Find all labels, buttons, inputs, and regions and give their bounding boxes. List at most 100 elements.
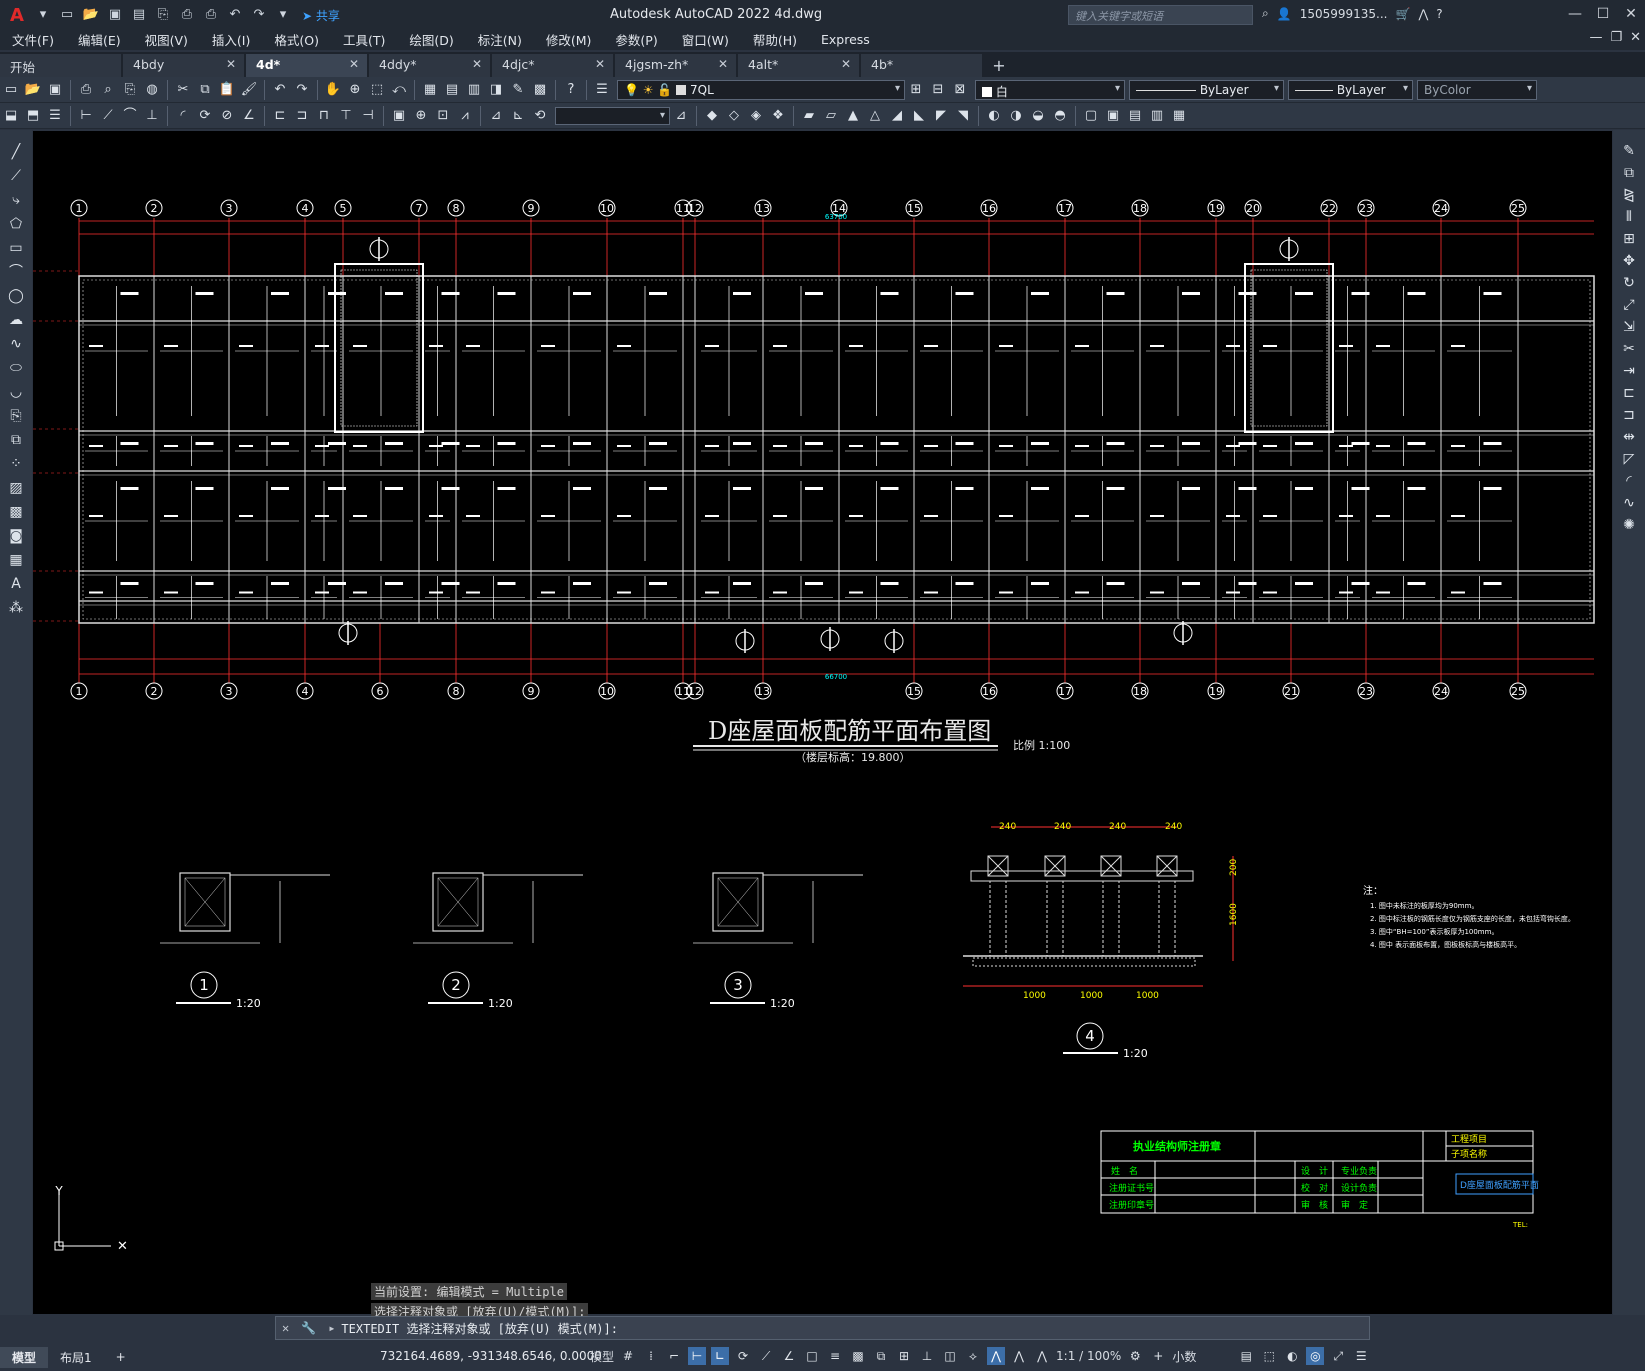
tab-model[interactable]: 模型 xyxy=(0,1346,49,1368)
solid-8-icon[interactable]: ◥ xyxy=(953,106,973,126)
properties-icon[interactable]: ▦ xyxy=(420,80,440,100)
color-dropdown[interactable]: 白 ▾ xyxy=(975,79,1125,100)
arc-icon[interactable]: ⌒ xyxy=(6,262,26,282)
plotstyle-dropdown[interactable]: ByColor ▾ xyxy=(1417,79,1537,100)
user-name[interactable]: 1505999135... xyxy=(1300,7,1388,21)
object-snap-tracking-icon[interactable]: ∠ xyxy=(780,1347,798,1365)
linetype-dropdown[interactable]: ByLayer ▾ xyxy=(1129,79,1284,100)
modify-3-icon[interactable]: ◈ xyxy=(746,106,766,126)
drawing-canvas[interactable]: 1 2 3 4 5 7 8 9 10 11 12 13 14 15 16 17 18 19 20 22 23 24 25 1 2… xyxy=(33,131,1612,1314)
search-icon[interactable]: ⌕ xyxy=(1262,6,1269,21)
copy-object-icon[interactable]: ⧉ xyxy=(1619,163,1639,183)
new-file-icon[interactable]: ▭ xyxy=(58,7,76,23)
tab-4bdy[interactable]: 4bdy ✕ xyxy=(123,54,245,77)
angular-dim-icon[interactable]: ∠ xyxy=(239,106,259,126)
dim-update-icon[interactable]: ⟲ xyxy=(530,106,550,126)
lineweight-icon[interactable]: ≡ xyxy=(826,1347,844,1365)
hatch-icon[interactable]: ▨ xyxy=(6,478,26,498)
mirror-icon[interactable]: ⧎ xyxy=(1619,185,1639,205)
open-file-icon[interactable]: 📂 xyxy=(82,7,100,23)
render-1-icon[interactable]: ◐ xyxy=(984,106,1004,126)
clean-screen-icon[interactable]: ⤢ xyxy=(1329,1347,1347,1365)
dim-edit-icon[interactable]: ⊿ xyxy=(486,106,506,126)
solid-7-icon[interactable]: ◤ xyxy=(931,106,951,126)
dim-style-icon[interactable]: ⊿ xyxy=(671,106,691,126)
render-4-icon[interactable]: ◓ xyxy=(1050,106,1070,126)
diameter-dim-icon[interactable]: ⊘ xyxy=(217,106,237,126)
view-1-icon[interactable]: ▢ xyxy=(1081,106,1101,126)
ordinate-dim-icon[interactable]: ⊥ xyxy=(142,106,162,126)
polygon-icon[interactable]: ⬠ xyxy=(6,214,26,234)
region-icon[interactable]: ◙ xyxy=(6,526,26,546)
match-properties-icon[interactable]: 🖌 xyxy=(239,80,259,100)
app-store-icon[interactable]: ⋀ xyxy=(1418,7,1428,21)
dim-text-edit-icon[interactable]: ⊾ xyxy=(508,106,528,126)
move-icon[interactable]: ✥ xyxy=(1619,251,1639,271)
tolerance-icon[interactable]: ▣ xyxy=(389,106,409,126)
mtext-icon[interactable]: A xyxy=(6,574,26,594)
tab-close-icon[interactable]: ✕ xyxy=(718,57,728,71)
solid-5-icon[interactable]: ◢ xyxy=(887,106,907,126)
workspace-gear-icon[interactable]: ⚙ xyxy=(1126,1347,1144,1365)
help-icon[interactable]: ? xyxy=(561,80,581,100)
solid-2-icon[interactable]: ▱ xyxy=(821,106,841,126)
command-prompt[interactable]: TEXTEDIT 选择注释对象或 [放弃(U) 模式(M)]: xyxy=(341,1320,618,1337)
arc-length-icon[interactable]: ⌒ xyxy=(120,106,140,126)
insert-block-icon[interactable]: ⎘ xyxy=(6,406,26,426)
spline-icon[interactable]: ∿ xyxy=(6,334,26,354)
view-5-icon[interactable]: ▦ xyxy=(1169,106,1189,126)
view-3-icon[interactable]: ▤ xyxy=(1125,106,1145,126)
maximize-icon[interactable]: ☐ xyxy=(1589,0,1617,28)
layer-state-icon[interactable]: ⊠ xyxy=(950,80,970,100)
menu-dimension[interactable]: 标注(N) xyxy=(466,30,534,49)
circle-icon[interactable]: ◯ xyxy=(6,286,26,306)
menu-modify[interactable]: 修改(M) xyxy=(534,30,604,49)
object-snap-icon[interactable]: □ xyxy=(803,1347,821,1365)
minimize-icon[interactable]: — xyxy=(1561,0,1589,28)
menu-insert[interactable]: 插入(I) xyxy=(200,30,262,49)
extend-icon[interactable]: ⇥ xyxy=(1619,361,1639,381)
annotation-visibility-icon[interactable]: ⋀ xyxy=(987,1347,1006,1365)
polar-icon[interactable]: ⟳ xyxy=(734,1347,752,1365)
save-icon[interactable]: ▣ xyxy=(45,80,65,100)
new-tab-icon[interactable]: + xyxy=(984,55,1014,77)
quick-dim-icon[interactable]: ⊏ xyxy=(270,106,290,126)
customize-icon[interactable]: ▾ xyxy=(274,7,292,23)
solid-3-icon[interactable]: ▲ xyxy=(843,106,863,126)
dim-space-icon[interactable]: ⊤ xyxy=(336,106,356,126)
tab-4djc[interactable]: 4djc* ✕ xyxy=(492,54,614,77)
pan-icon[interactable]: ✋ xyxy=(323,80,343,100)
layer-previous-icon[interactable]: ⊟ xyxy=(928,80,948,100)
continue-dim-icon[interactable]: ⊓ xyxy=(314,106,334,126)
linear-dim-icon[interactable]: ⊢ xyxy=(76,106,96,126)
view-2-icon[interactable]: ▣ xyxy=(1103,106,1123,126)
tab-layout1[interactable]: 布局1 xyxy=(48,1347,104,1368)
fillet-icon[interactable]: ◜ xyxy=(1619,471,1639,491)
point-icon[interactable]: ⁘ xyxy=(6,454,26,474)
gradient-icon[interactable]: ▩ xyxy=(6,502,26,522)
ellipse-icon[interactable]: ⬭ xyxy=(6,358,26,378)
zoom-realtime-icon[interactable]: ⊕ xyxy=(345,80,365,100)
aligned-dim-icon[interactable]: ⟋ xyxy=(98,106,118,126)
tab-close-icon[interactable]: ✕ xyxy=(841,57,851,71)
baseline-dim-icon[interactable]: ⊐ xyxy=(292,106,312,126)
save-icon[interactable]: ▣ xyxy=(106,7,124,23)
units-value[interactable]: 小数 xyxy=(1172,1348,1232,1365)
tab-4b[interactable]: 4b* xyxy=(861,54,983,77)
undo-icon[interactable]: ↶ xyxy=(270,80,290,100)
snap-icon[interactable]: ⁞ xyxy=(642,1347,660,1365)
redo-icon[interactable]: ↷ xyxy=(292,80,312,100)
layer-dropdown[interactable]: 💡 ☀ 🔓 7QL ▾ xyxy=(617,79,905,100)
dim-break-icon[interactable]: ⊣ xyxy=(358,106,378,126)
publish-icon[interactable]: ⎘ xyxy=(120,80,140,100)
zoom-previous-icon[interactable]: ⤺ xyxy=(389,80,409,100)
tab-start[interactable]: 开始 xyxy=(0,54,122,77)
paste-icon[interactable]: 📋 xyxy=(217,80,237,100)
auto-scale-icon[interactable]: ⋀ xyxy=(1010,1347,1028,1365)
make-block-icon[interactable]: ⧉ xyxy=(6,430,26,450)
print-preview-icon[interactable]: ⎙ xyxy=(178,7,196,23)
tab-4d[interactable]: 4d* ✕ xyxy=(246,54,368,77)
stretch-icon[interactable]: ⇲ xyxy=(1619,317,1639,337)
recent-commands-icon[interactable]: ▸ xyxy=(322,1321,341,1335)
menu-chevron-icon[interactable]: ▾ xyxy=(34,7,52,23)
